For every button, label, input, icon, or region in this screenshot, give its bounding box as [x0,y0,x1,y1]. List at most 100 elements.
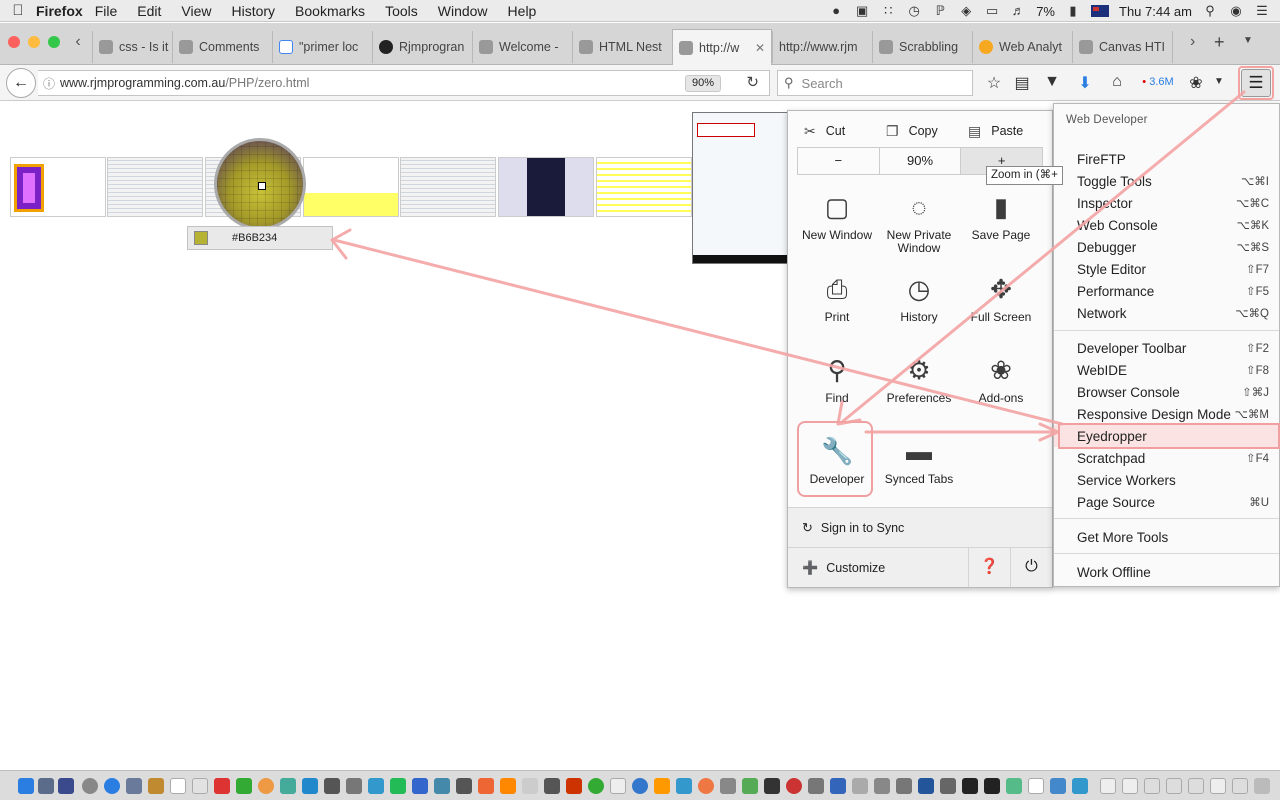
app-icon[interactable] [764,778,780,794]
menu-tools[interactable]: Tools [385,3,418,19]
tab-rjm-url[interactable]: http://www.rjm [772,31,872,63]
url-bar[interactable]: ⓘ www.rjmprogramming.com.au/PHP/zero.htm… [38,70,770,96]
terminal-black-icon[interactable] [984,778,1000,794]
filezilla-icon[interactable] [368,778,384,794]
thumbnail-image[interactable] [596,157,692,217]
menu-bar-clock[interactable]: Thu 7:44 am [1119,4,1192,19]
search-input[interactable]: ⚲ Search [777,70,973,96]
downloads-stack-icon[interactable] [1232,778,1248,794]
tab-close-icon[interactable]: ✕ [755,41,765,55]
developer-button[interactable]: 🔧 Developer [796,435,878,486]
tab-css[interactable]: css - Is it p [92,31,172,63]
full-screen-button[interactable]: ✥ Full Screen [960,273,1042,324]
thumbnail-image[interactable] [10,157,106,217]
tab-welcome[interactable]: Welcome - [472,31,572,63]
menu-item-webide[interactable]: WebIDE ⇧F8 [1054,359,1279,381]
thumbnail-image[interactable] [303,157,399,217]
menu-bookmarks[interactable]: Bookmarks [295,3,365,19]
numbers-icon[interactable] [390,778,406,794]
add-ons-button[interactable]: ❀ Add-ons [960,354,1042,405]
print-button[interactable]: ⎙ Print [796,273,878,324]
help-viewer-icon[interactable] [852,778,868,794]
photos-icon[interactable] [258,778,274,794]
menu-item-browser-console[interactable]: Browser Console ⇧⌘J [1054,381,1279,403]
tab-web-analytics[interactable]: Web Analyt [972,31,1072,63]
virtualbox-icon[interactable] [808,778,824,794]
pocket-icon[interactable]: ▼ [1042,73,1062,93]
contacts-icon[interactable] [148,778,164,794]
sublime-icon[interactable] [500,778,516,794]
menu-window[interactable]: Window [438,3,488,19]
bookmarks-menu-icon[interactable]: ▤ [1012,73,1032,93]
opera-icon[interactable] [786,778,802,794]
spotlight-search-icon[interactable]: ⚲ [1202,4,1218,18]
android-icon[interactable] [742,778,758,794]
help-question-icon[interactable]: ❓ [968,547,1010,587]
keynote-icon[interactable] [412,778,428,794]
tab-scrabbling[interactable]: Scrabbling [872,31,972,63]
calendar-icon[interactable] [170,778,186,794]
history-button[interactable]: ◷ History [878,273,960,324]
tab-overflow-partial[interactable] [1172,31,1184,63]
firefox-dock-icon[interactable] [698,778,714,794]
cloud-icon[interactable] [1050,778,1066,794]
menu-item-style-editor[interactable]: Style Editor ⇧F7 [1054,258,1279,280]
share-icon[interactable] [1006,778,1022,794]
tab-scroll-left-icon[interactable]: ‹ [70,33,86,53]
notes-icon[interactable] [192,778,208,794]
zoom-reset-button[interactable]: 90% [880,148,962,174]
terminal-icon[interactable] [324,778,340,794]
document-stack-icon[interactable] [1166,778,1182,794]
new-tab-plus-icon[interactable]: + [1214,32,1225,53]
volume-icon[interactable]: ♬ [1010,4,1026,18]
time-machine-icon[interactable]: ◷ [906,4,922,18]
menu-item-scratchpad[interactable]: Scratchpad ⇧F4 [1054,447,1279,469]
quit-power-icon[interactable]: ⏻ [1010,547,1052,587]
menu-history[interactable]: History [231,3,275,19]
hamburger-menu-icon[interactable]: ☰ [1238,66,1274,100]
menu-view[interactable]: View [181,3,211,19]
activity-monitor-icon[interactable] [456,778,472,794]
dev-tool-icon[interactable] [830,778,846,794]
bluetooth-icon[interactable]: ℙ [932,4,948,18]
menu-item-service-workers[interactable]: Service Workers [1054,469,1279,491]
menu-help[interactable]: Help [508,3,537,19]
tab-primer[interactable]: "primer loc [272,31,372,63]
window-zoom-button[interactable] [48,36,60,48]
network-icon[interactable] [940,778,956,794]
text-edit-icon[interactable] [522,778,538,794]
launchpad-icon[interactable] [38,778,54,794]
thumbnail-image[interactable] [107,157,203,217]
battery-icon[interactable]: ▮ [1065,4,1081,18]
menu-item-get-more-tools[interactable]: Get More Tools [1054,526,1279,548]
new-window-button[interactable]: ▢ New Window [796,191,878,242]
downloads-counter[interactable]: • 3.6M [1138,76,1178,96]
itunes-icon[interactable] [478,778,494,794]
new-private-window-button[interactable]: ◌ New Private Window [878,191,960,255]
console-icon[interactable] [544,778,560,794]
document-stack-icon[interactable] [1188,778,1204,794]
tab-scroll-right-icon[interactable]: › [1190,33,1195,51]
system-preferences-icon[interactable] [346,778,362,794]
menu-item-eyedropper[interactable]: Eyedropper [1054,423,1280,449]
menu-item-responsive-design-mode[interactable]: Responsive Design Mode ⌥⌘M [1054,403,1279,425]
preferences-button[interactable]: ⚙ Preferences [878,354,960,405]
find-button[interactable]: ⚲ Find [796,354,878,405]
mail-app-icon[interactable] [1072,778,1088,794]
back-arrow-icon[interactable]: ← [6,68,36,98]
vlc-icon[interactable] [654,778,670,794]
window-close-button[interactable] [8,36,20,48]
info-icon[interactable]: ⓘ [38,75,60,92]
extension-icon[interactable]: ❀ [1186,73,1206,93]
drop-icon[interactable] [1028,778,1044,794]
menu-item-debugger[interactable]: Debugger ⌥⌘S [1054,236,1279,258]
mail-icon[interactable] [126,778,142,794]
menu-item-network[interactable]: Network ⌥⌘Q [1054,302,1279,324]
tab-active-zero[interactable]: http://w ✕ [672,29,772,65]
finder-icon[interactable] [18,778,34,794]
menu-edit[interactable]: Edit [137,3,161,19]
utility-icon[interactable] [720,778,736,794]
people-icon[interactable] [896,778,912,794]
menu-item-work-offline[interactable]: Work Offline [1054,561,1279,583]
thumbnail-image[interactable] [400,157,496,217]
